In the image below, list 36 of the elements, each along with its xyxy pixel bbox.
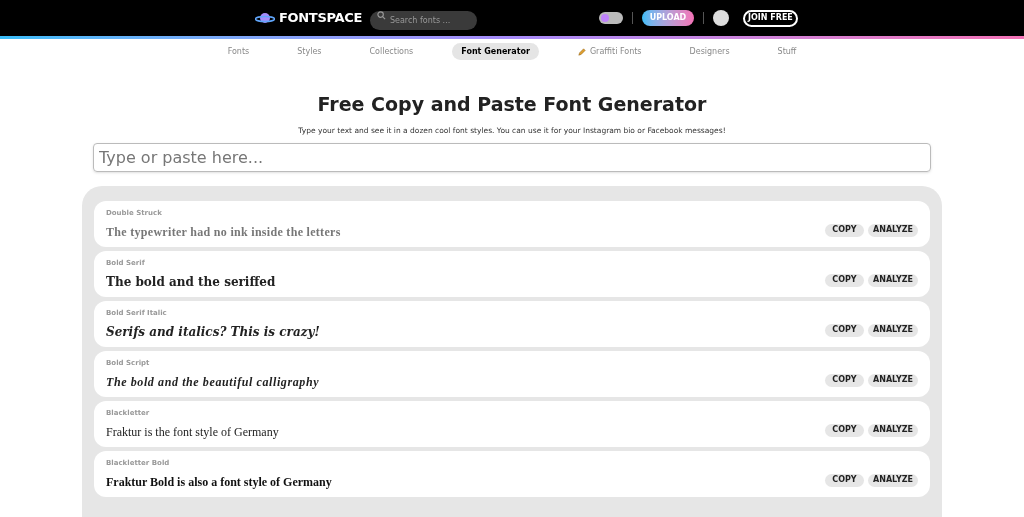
sample-text: Fraktur Bold is also a font style of Germany [106, 474, 333, 491]
nav-tab[interactable]: Fonts [218, 43, 259, 60]
copy-button[interactable]: COPY [825, 323, 864, 337]
analyze-button[interactable]: ANALYZE [868, 423, 918, 437]
sample-text: Serifs and italics? This is crazy! [106, 324, 321, 341]
nav-tab[interactable]: Styles [288, 43, 331, 60]
text-input[interactable]: Type or paste here... [93, 143, 931, 173]
analyze-button[interactable]: ANALYZE [868, 273, 918, 287]
sample-text: The typewriter had no ink inside the letters [106, 224, 342, 241]
nav-tab[interactable]: Stuff [768, 43, 806, 60]
nav-tab[interactable]: Designers [680, 43, 739, 60]
copy-button[interactable]: COPY [825, 373, 864, 387]
join-button[interactable]: JOIN FREE [742, 9, 798, 27]
copy-button[interactable]: COPY [825, 223, 864, 237]
sample-text: Fraktur is the font style of Germany [106, 424, 280, 441]
pencil-icon [577, 47, 586, 56]
analyze-button[interactable]: ANALYZE [868, 473, 918, 487]
avatar[interactable] [712, 10, 729, 26]
copy-button[interactable]: COPY [825, 423, 864, 437]
sample-text: The bold and the beautiful calligraphy [106, 374, 321, 391]
page-title: Free Copy and Paste Font Generator [316, 92, 708, 117]
nav-tab[interactable]: Graffiti Fonts [568, 43, 651, 60]
analyze-button[interactable]: ANALYZE [868, 323, 918, 337]
copy-button[interactable]: COPY [825, 273, 864, 287]
nav-tab[interactable]: Font Generator [452, 43, 539, 60]
copy-button[interactable]: COPY [825, 473, 864, 487]
logo-text: FONTSPACE [279, 9, 362, 28]
logo[interactable]: FONTSPACE [255, 8, 362, 28]
theme-toggle[interactable] [598, 12, 623, 24]
planet-icon [255, 11, 275, 25]
search-field[interactable]: Search fonts ... [369, 11, 477, 30]
search-icon [376, 11, 386, 20]
nav-tab[interactable]: Collections [360, 43, 423, 60]
sample-text: The bold and the seriffed [106, 274, 277, 291]
analyze-button[interactable]: ANALYZE [868, 373, 918, 387]
analyze-button[interactable]: ANALYZE [868, 223, 918, 237]
